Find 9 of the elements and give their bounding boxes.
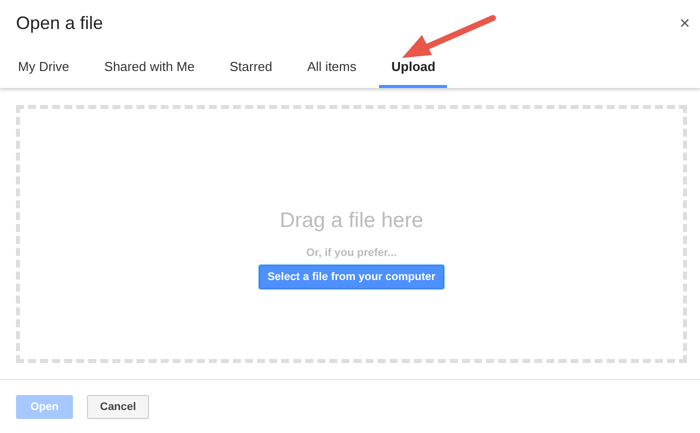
cancel-button[interactable]: Cancel xyxy=(87,394,150,418)
close-button[interactable]: × xyxy=(675,12,694,34)
tab[interactable]: Starred xyxy=(218,58,284,88)
tab[interactable]: My Drive xyxy=(6,58,82,88)
drop-hint: Or, if you prefer... xyxy=(306,247,397,259)
tab[interactable]: All items xyxy=(295,58,368,88)
dialog-title: Open a file xyxy=(16,12,104,34)
tab[interactable]: Shared with Me xyxy=(92,58,207,88)
drop-heading: Drag a file here xyxy=(280,209,424,233)
